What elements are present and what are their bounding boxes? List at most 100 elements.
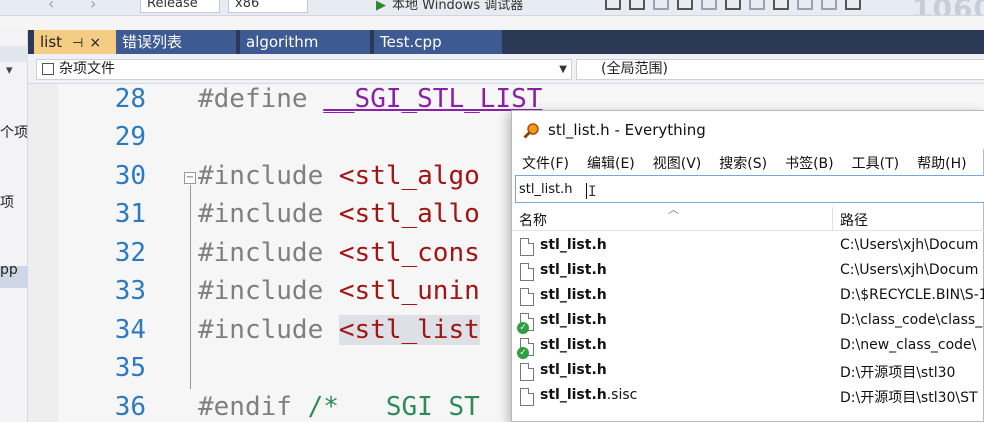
result-row[interactable]: stl_list.h D:\$RECYCLE.BIN\S-1 — [512, 285, 984, 310]
breakpoint-icon[interactable] — [677, 0, 693, 10]
sort-ascending-icon: ︿ — [668, 203, 679, 216]
bookmark-icon[interactable] — [773, 0, 789, 10]
menu-file[interactable]: 文件(F) — [512, 149, 569, 175]
menu-search[interactable]: 搜索(S) — [709, 149, 767, 175]
overflow-icon[interactable] — [845, 0, 861, 10]
collapse-icon[interactable]: − — [184, 172, 196, 184]
format-icon[interactable] — [701, 0, 717, 10]
menu-tools[interactable]: 工具(T) — [842, 149, 899, 175]
file-icon — [520, 263, 534, 281]
sync-check-icon: ✓ — [517, 347, 529, 359]
everything-window: stl_list.h - Everything 文件(F) 编辑(E) 视图(V… — [511, 110, 984, 422]
config-dropdown[interactable]: Release — [140, 0, 220, 13]
search-input[interactable]: stl_list.h I — [515, 175, 984, 203]
tree-item[interactable]: pp — [0, 262, 18, 278]
magnifier-icon — [523, 123, 539, 139]
panel-header — [0, 46, 28, 62]
search-value: stl_list.h — [519, 182, 573, 197]
file-name: stl_list.h — [540, 312, 607, 328]
step-icon[interactable] — [653, 0, 669, 10]
tree-item[interactable]: 个项 — [0, 122, 28, 142]
include-path-highlighted: <stl_list — [338, 315, 480, 345]
file-name: stl_list.h — [540, 337, 607, 353]
file-name: stl_list.h — [540, 262, 607, 278]
toolbar-icons — [605, 0, 861, 10]
file-path: D:\class_code\class_ — [840, 312, 983, 328]
text-caret — [586, 183, 587, 199]
tab-test-cpp[interactable]: Test.cpp — [374, 30, 502, 54]
column-header-path[interactable]: 路径 — [840, 210, 868, 230]
project-scope-dropdown[interactable]: 杂项文件 ▼ — [36, 59, 572, 80]
close-icon[interactable]: × — [89, 35, 101, 51]
save-icon[interactable] — [629, 0, 645, 10]
result-row[interactable]: ✓ stl_list.h D:\new_class_code\ — [512, 335, 984, 360]
file-icon — [520, 363, 534, 381]
code-text: #include <stl_unin — [198, 276, 480, 306]
include-path: <stl_algo — [338, 161, 480, 191]
platform-dropdown[interactable]: x86 — [228, 0, 308, 13]
align-icon[interactable] — [725, 0, 741, 10]
ibeam-cursor-icon: I — [588, 184, 597, 200]
watermark: 1060 — [912, 0, 984, 15]
column-header-name[interactable]: 名称 — [519, 210, 547, 230]
directive: #include — [198, 161, 339, 191]
file-icon — [520, 238, 534, 256]
back-icon[interactable]: ‹ — [48, 0, 54, 13]
line-number: 28 — [114, 84, 146, 114]
result-row[interactable]: stl_list.h D:\开源项目\stl30 — [512, 360, 984, 385]
result-row[interactable]: stl_list.h C:\Users\xjh\Docum — [512, 260, 984, 285]
file-path: C:\Users\xjh\Docum — [840, 262, 979, 278]
tree-item[interactable]: 项 — [0, 192, 14, 212]
file-name-match: stl_list.h — [540, 362, 607, 378]
file-path: C:\Users\xjh\Docum — [840, 237, 979, 253]
code-text: #define __SGI_STL_LIST — [198, 84, 542, 114]
tab-label: 错误列表 — [122, 33, 183, 51]
solution-explorer: ▾ 个项 项 pp — [0, 30, 28, 422]
tab-list[interactable]: list ⊣ × — [34, 30, 116, 54]
chevron-down-icon: ▼ — [559, 64, 567, 75]
result-row[interactable]: stl_list.h.sisc D:\开源项目\stl30\ST — [512, 385, 984, 410]
column-divider[interactable] — [832, 207, 833, 231]
pin-icon[interactable]: ⊣ — [72, 36, 83, 51]
file-name: stl_list.h — [540, 237, 607, 253]
file-name: stl_list.h — [540, 287, 607, 303]
directive: #define — [198, 84, 324, 114]
run-label: 本地 Windows 调试器 — [392, 0, 524, 13]
window-title: stl_list.h - Everything — [548, 121, 706, 139]
line-number: 33 — [114, 276, 146, 306]
tab-algorithm[interactable]: algorithm — [240, 30, 370, 54]
file-name-match: stl_list.h — [540, 287, 607, 303]
file-name-match: stl_list.h — [540, 262, 607, 278]
bookmark-prev-icon[interactable] — [821, 0, 837, 10]
file-name: stl_list.h — [540, 362, 607, 378]
code-text: #include <stl_cons — [198, 238, 480, 268]
menu-help[interactable]: 帮助(H) — [907, 149, 966, 175]
file-path: D:\开源项目\stl30 — [840, 365, 956, 381]
menu-edit[interactable]: 编辑(E) — [577, 149, 635, 175]
indent-icon[interactable] — [749, 0, 765, 10]
include-path: <stl_cons — [338, 238, 480, 268]
line-number: 34 — [114, 315, 146, 345]
result-row[interactable]: ✓ stl_list.h D:\class_code\class_ — [512, 310, 984, 335]
title-bar[interactable]: stl_list.h - Everything — [512, 111, 984, 149]
results-header: ︿ 名称 路径 — [512, 203, 984, 231]
directive: #include — [198, 315, 339, 345]
file-name: stl_list.h.sisc — [540, 387, 637, 403]
bookmark-next-icon[interactable] — [797, 0, 813, 10]
results-list: stl_list.h C:\Users\xjh\Docum stl_list.h… — [512, 235, 984, 410]
result-row[interactable]: stl_list.h C:\Users\xjh\Docum — [512, 235, 984, 260]
global-scope-label: (全局范围) — [601, 61, 668, 77]
run-debugger-button[interactable]: ▶ 本地 Windows 调试器 — [376, 0, 523, 13]
find-icon[interactable] — [605, 0, 621, 10]
menu-bookmarks[interactable]: 书签(B) — [775, 149, 834, 175]
menu-view[interactable]: 视图(V) — [643, 149, 702, 175]
forward-icon[interactable]: › — [90, 0, 96, 13]
pin-icon[interactable]: ▾ — [6, 63, 13, 78]
tab-error-list[interactable]: 错误列表 — [116, 30, 236, 54]
line-number: 31 — [114, 199, 146, 229]
global-scope-dropdown[interactable]: (全局范围) — [576, 59, 984, 80]
play-icon: ▶ — [376, 0, 386, 13]
file-icon — [520, 388, 534, 406]
directive: #include — [198, 238, 339, 268]
file-icon — [520, 288, 534, 306]
